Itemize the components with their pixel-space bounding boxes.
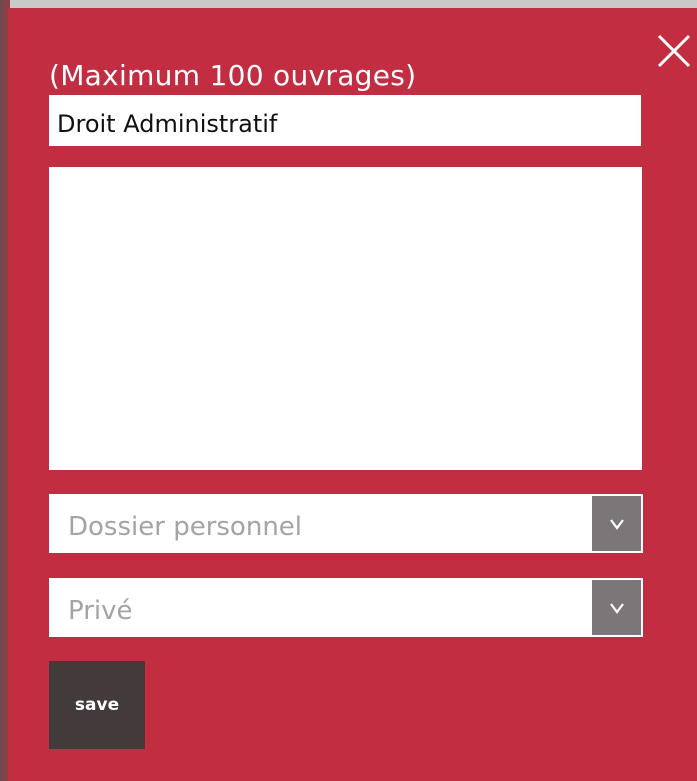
privacy-select[interactable]: Privé — [49, 578, 643, 637]
close-icon — [653, 30, 695, 72]
create-list-dialog: (Maximum 100 ouvrages) Dossier personnel… — [8, 8, 697, 781]
max-items-hint: (Maximum 100 ouvrages) — [49, 59, 417, 92]
chevron-down-icon[interactable] — [590, 494, 643, 553]
list-title-input[interactable] — [49, 95, 641, 146]
folder-select[interactable]: Dossier personnel — [49, 494, 643, 553]
save-button[interactable]: save — [49, 661, 145, 749]
chevron-down-icon[interactable] — [590, 578, 643, 637]
privacy-select-value: Privé — [68, 596, 133, 626]
list-description-textarea[interactable] — [49, 167, 642, 470]
folder-select-value: Dossier personnel — [68, 512, 303, 542]
close-button[interactable] — [653, 30, 695, 72]
